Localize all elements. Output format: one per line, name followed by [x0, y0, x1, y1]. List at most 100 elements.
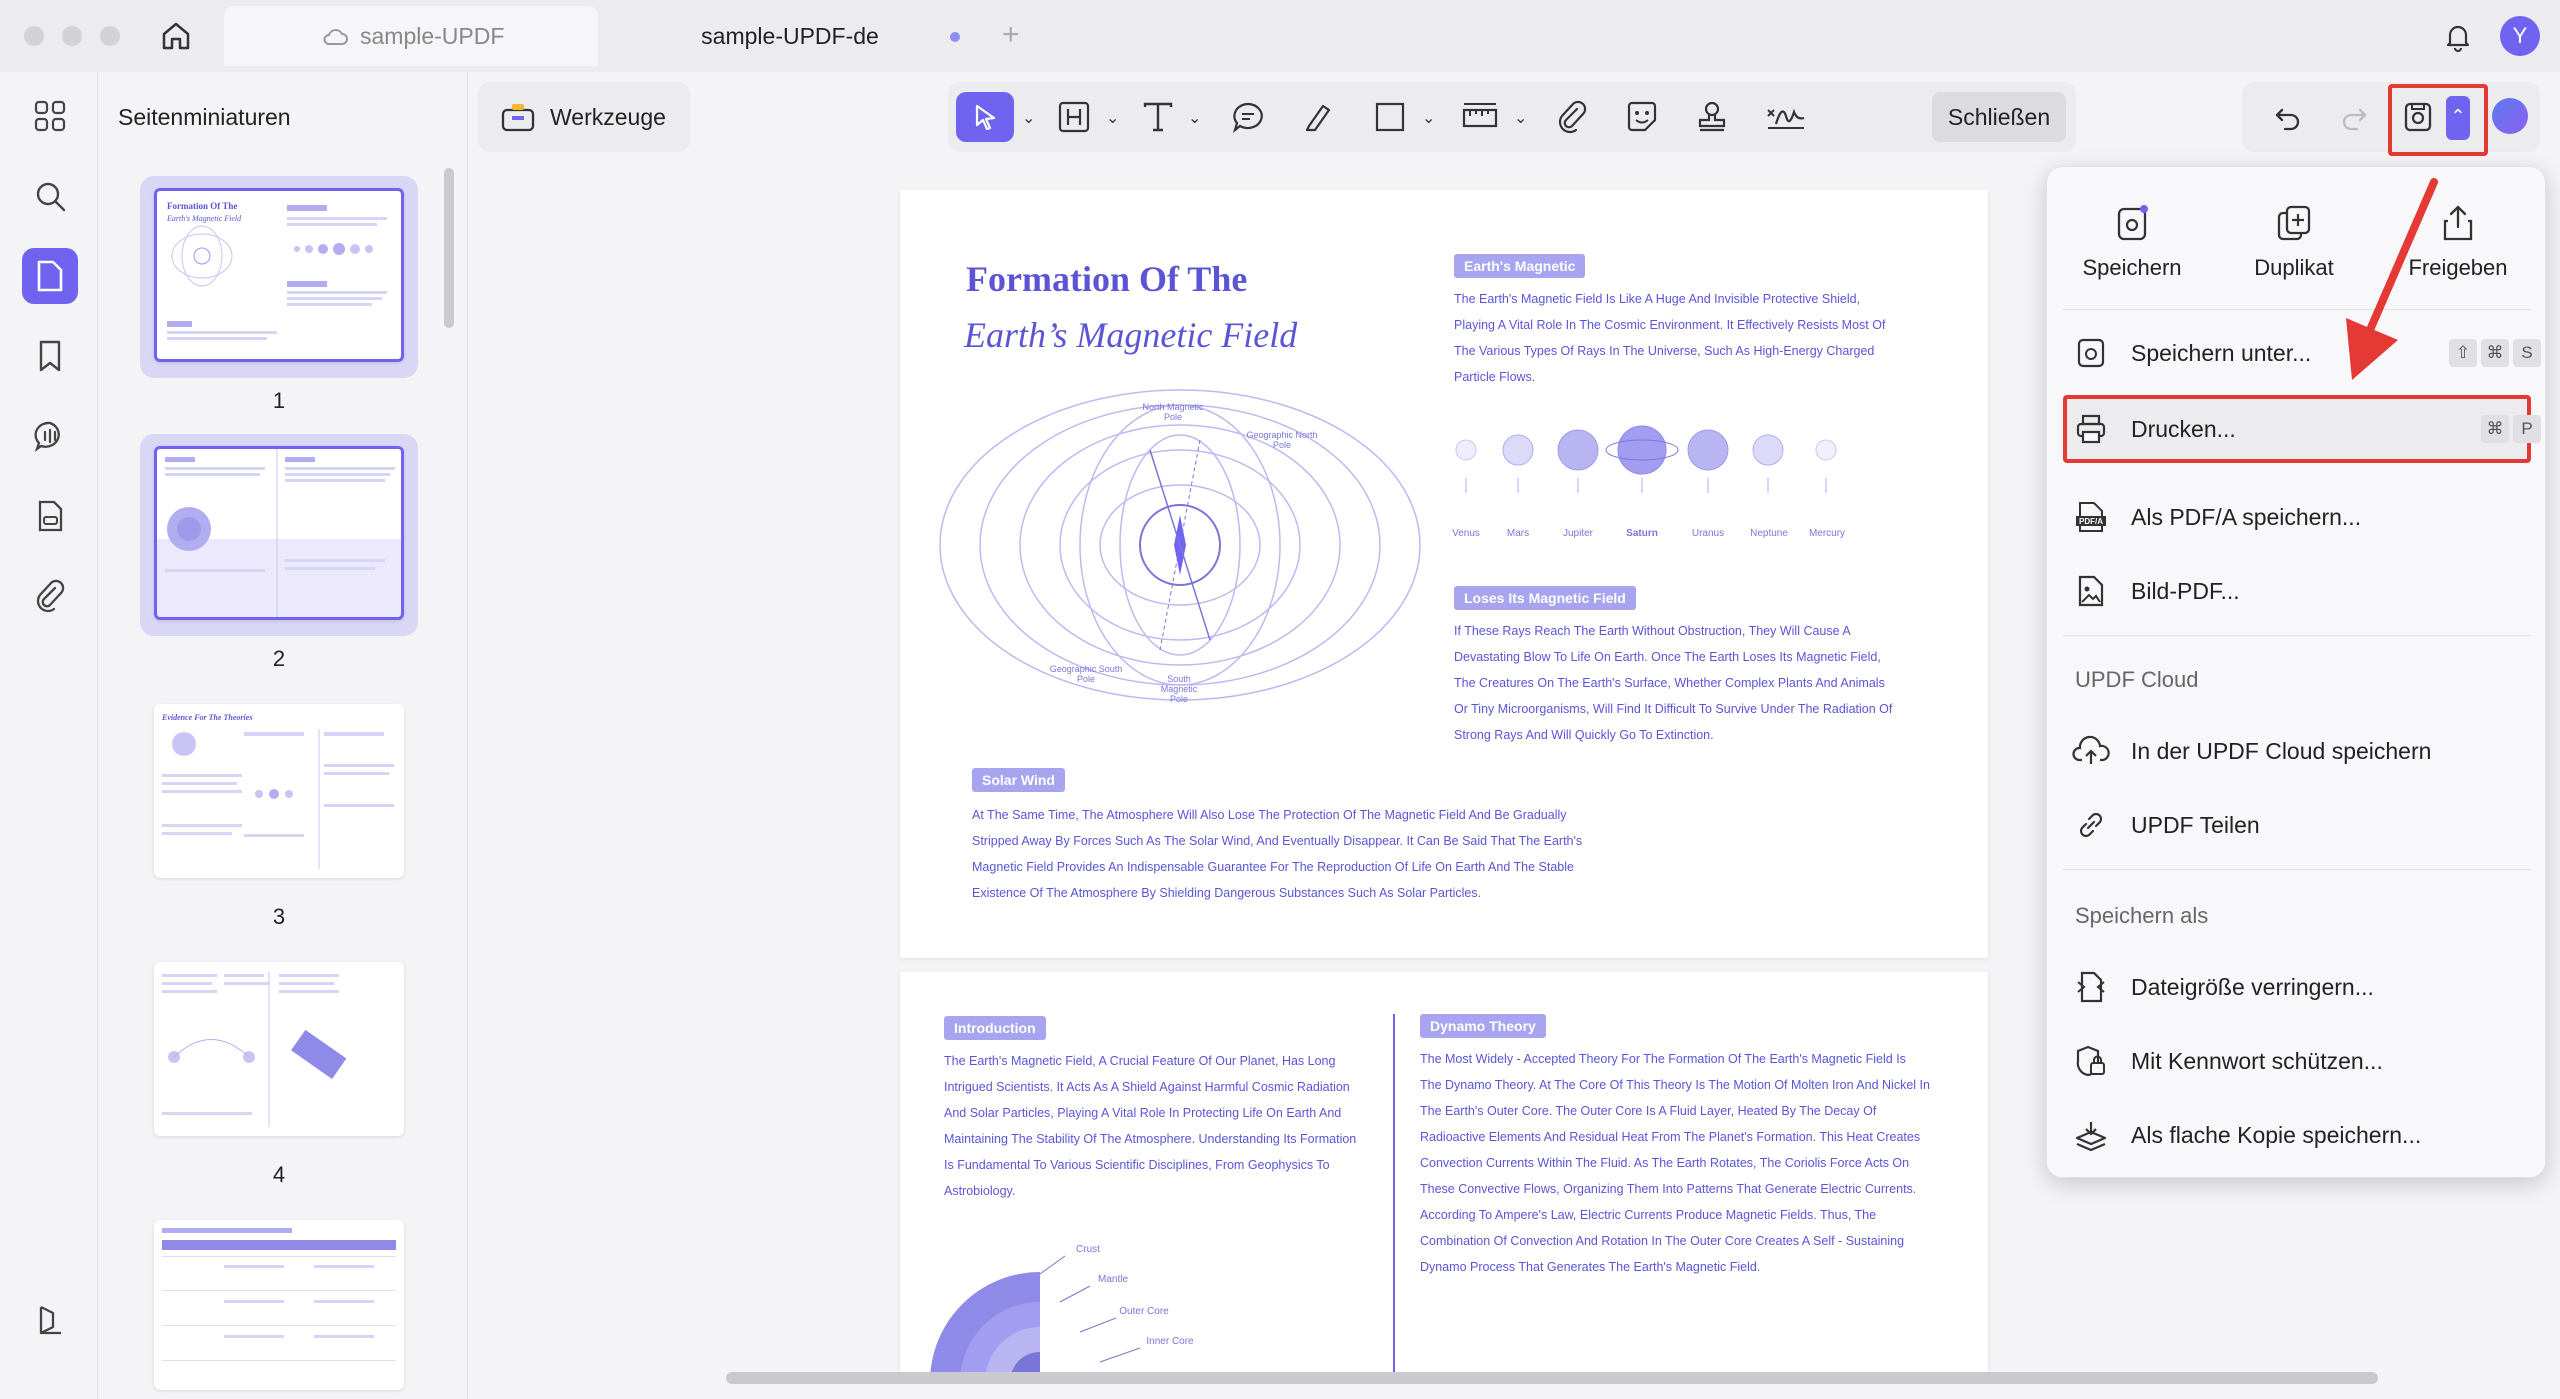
save-button-highlight — [2388, 84, 2488, 156]
pdfa-icon: PDF/A — [2076, 502, 2106, 532]
measure-tool-icon[interactable] — [1456, 92, 1504, 142]
planet-label: Venus — [1452, 528, 1480, 539]
menu-duplicate-button[interactable]: Duplikat — [2219, 193, 2369, 281]
layer-label: Mantle — [1097, 1274, 1128, 1285]
planet-label: Mars — [1506, 528, 1530, 539]
chevron-down-icon[interactable]: ⌄ — [1188, 108, 1201, 128]
page-number: 4 — [272, 1162, 286, 1187]
menu-item-password[interactable]: Mit Kennwort schützen... — [2063, 1029, 2531, 1093]
page-subtitle: Earth’s Magnetic Field — [964, 315, 1298, 355]
shortcut-key: ⌘ — [2481, 339, 2509, 367]
section-badge: Solar Wind — [972, 768, 1065, 792]
svg-text:Evidence For The Theories: Evidence For The Theories — [161, 713, 252, 722]
highlighter-tool-icon[interactable] — [1294, 92, 1342, 142]
page-thumbnails-icon[interactable] — [22, 248, 78, 304]
menu-item-label: Mit Kennwort schützen... — [2131, 1047, 2383, 1074]
redo-icon[interactable] — [2332, 92, 2376, 142]
page-number: 1 — [272, 388, 286, 413]
menu-item-image-pdf[interactable]: Bild-PDF... — [2063, 559, 2531, 623]
save-options-menu: Speichern Duplikat Freigeben Speichern u… — [2046, 166, 2546, 1178]
comment-icon[interactable] — [22, 408, 78, 464]
link-icon — [2079, 812, 2103, 838]
avatar[interactable]: Y — [2500, 16, 2540, 56]
menu-item-label: Bild-PDF... — [2131, 577, 2240, 604]
thumbnail-page-3[interactable]: Evidence For The Theories — [140, 692, 418, 894]
grid-icon[interactable] — [22, 88, 78, 144]
section-badge: Dynamo Theory — [1420, 1014, 1546, 1038]
toolbox-icon — [501, 104, 535, 132]
thumbnail-page-1[interactable]: Formation Of The Earth's Magnetic Field — [140, 176, 418, 378]
layers-icon[interactable] — [22, 1292, 78, 1348]
heading-tool-icon[interactable] — [1052, 92, 1096, 142]
thumbnail-image — [154, 962, 404, 1136]
shortcut-key: P — [2513, 415, 2541, 443]
zoom-window-button[interactable] — [100, 26, 120, 46]
tab-sample-updf-de[interactable]: sample-UPDF-de — [610, 6, 970, 66]
home-icon[interactable] — [158, 18, 194, 54]
menu-item-label: Drucken... — [2131, 415, 2236, 442]
menu-item-save-pdfa[interactable]: PDF/A Als PDF/A speichern... — [2063, 485, 2531, 549]
updf-window: sample-UPDF sample-UPDF-de + Y Seitenmin… — [0, 0, 2560, 1399]
attach-file-icon[interactable] — [1548, 92, 1596, 142]
menu-item-flatten[interactable]: Als flache Kopie speichern... — [2063, 1103, 2531, 1167]
shortcut-key: ⌘ — [2481, 415, 2509, 443]
stamp-icon[interactable] — [1688, 92, 1736, 142]
shortcut-key: S — [2513, 339, 2541, 367]
undo-icon[interactable] — [2266, 92, 2310, 142]
thumbnail-page-2[interactable] — [140, 434, 418, 636]
thumbnail-page-4[interactable] — [140, 950, 418, 1152]
signature-icon[interactable] — [1758, 92, 1814, 142]
section-badge: Loses Its Magnetic Field — [1454, 586, 1636, 610]
close-window-button[interactable] — [24, 26, 44, 46]
comment-tool-icon[interactable] — [1224, 92, 1272, 142]
shape-tool-icon[interactable] — [1368, 92, 1412, 142]
menu-item-reduce-size[interactable]: Dateigröße verringern... — [2063, 955, 2531, 1019]
menu-save-button[interactable]: Speichern — [2057, 193, 2207, 281]
bookmark-icon[interactable] — [22, 328, 78, 384]
thumbnail-image: Evidence For The Theories — [154, 704, 404, 878]
planet-label: Saturn — [1626, 528, 1658, 539]
menu-duplicate-label: Duplikat — [2254, 255, 2334, 280]
horizontal-scrollbar[interactable] — [726, 1372, 2378, 1384]
search-icon[interactable] — [22, 168, 78, 224]
ai-assistant-icon[interactable] — [2492, 98, 2528, 134]
chevron-down-icon[interactable]: ⌄ — [1106, 108, 1119, 128]
thumbnail-scrollbar[interactable] — [444, 168, 454, 328]
layer-label: Outer Core — [1119, 1306, 1169, 1317]
svg-text:Earth's Magnetic Field: Earth's Magnetic Field — [166, 214, 242, 223]
menu-share-button[interactable]: Freigeben — [2383, 193, 2533, 281]
chevron-down-icon[interactable]: ⌄ — [1422, 108, 1435, 128]
menu-item-label: Als PDF/A speichern... — [2131, 503, 2362, 530]
add-tab-button[interactable]: + — [1002, 18, 1020, 52]
shield-lock-icon — [2076, 1045, 2105, 1077]
thumbnail-page-5[interactable] — [140, 1208, 418, 1390]
duplicate-icon — [2277, 205, 2311, 241]
select-tool-icon[interactable] — [956, 92, 1014, 142]
chevron-down-icon[interactable]: ⌄ — [1022, 108, 1035, 128]
tools-button[interactable]: Werkzeuge — [478, 82, 690, 152]
save-icon — [2117, 205, 2148, 241]
planets-illustration — [1455, 425, 1837, 493]
tab-sample-updf[interactable]: sample-UPDF — [224, 6, 598, 66]
menu-item-print[interactable]: Drucken... ⌘ P — [2063, 397, 2541, 461]
tab-label: sample-UPDF-de — [701, 23, 879, 49]
menu-item-save-as[interactable]: Speichern unter... ⇧ ⌘ S — [2063, 321, 2541, 385]
menu-item-save-cloud[interactable]: In der UPDF Cloud speichern — [2063, 719, 2531, 783]
sticker-icon[interactable] — [1618, 92, 1666, 142]
menu-save-label: Speichern — [2082, 255, 2182, 280]
text-tool-icon[interactable] — [1136, 92, 1180, 142]
close-button[interactable]: Schließen — [1932, 92, 2066, 142]
pdf-page-2: Introduction The Earth's Magnetic Field,… — [900, 972, 1988, 1372]
section-text: The Earth's Magnetic Field Is Like A Hug… — [1454, 292, 1886, 384]
menu-item-share-updf[interactable]: UPDF Teilen — [2063, 793, 2531, 857]
menu-share-label: Freigeben — [2408, 255, 2508, 280]
bell-icon[interactable] — [2440, 18, 2476, 59]
attachment-icon[interactable] — [22, 568, 78, 624]
image-pdf-icon — [2078, 575, 2104, 607]
chevron-down-icon[interactable]: ⌄ — [1514, 108, 1527, 128]
title-bar: sample-UPDF sample-UPDF-de + Y — [0, 0, 2560, 72]
minimize-window-button[interactable] — [62, 26, 82, 46]
unsaved-dot-icon — [950, 32, 960, 42]
form-icon[interactable] — [22, 488, 78, 544]
pdf-page-1: Formation Of The Earth’s Magnetic Field … — [900, 190, 1988, 958]
